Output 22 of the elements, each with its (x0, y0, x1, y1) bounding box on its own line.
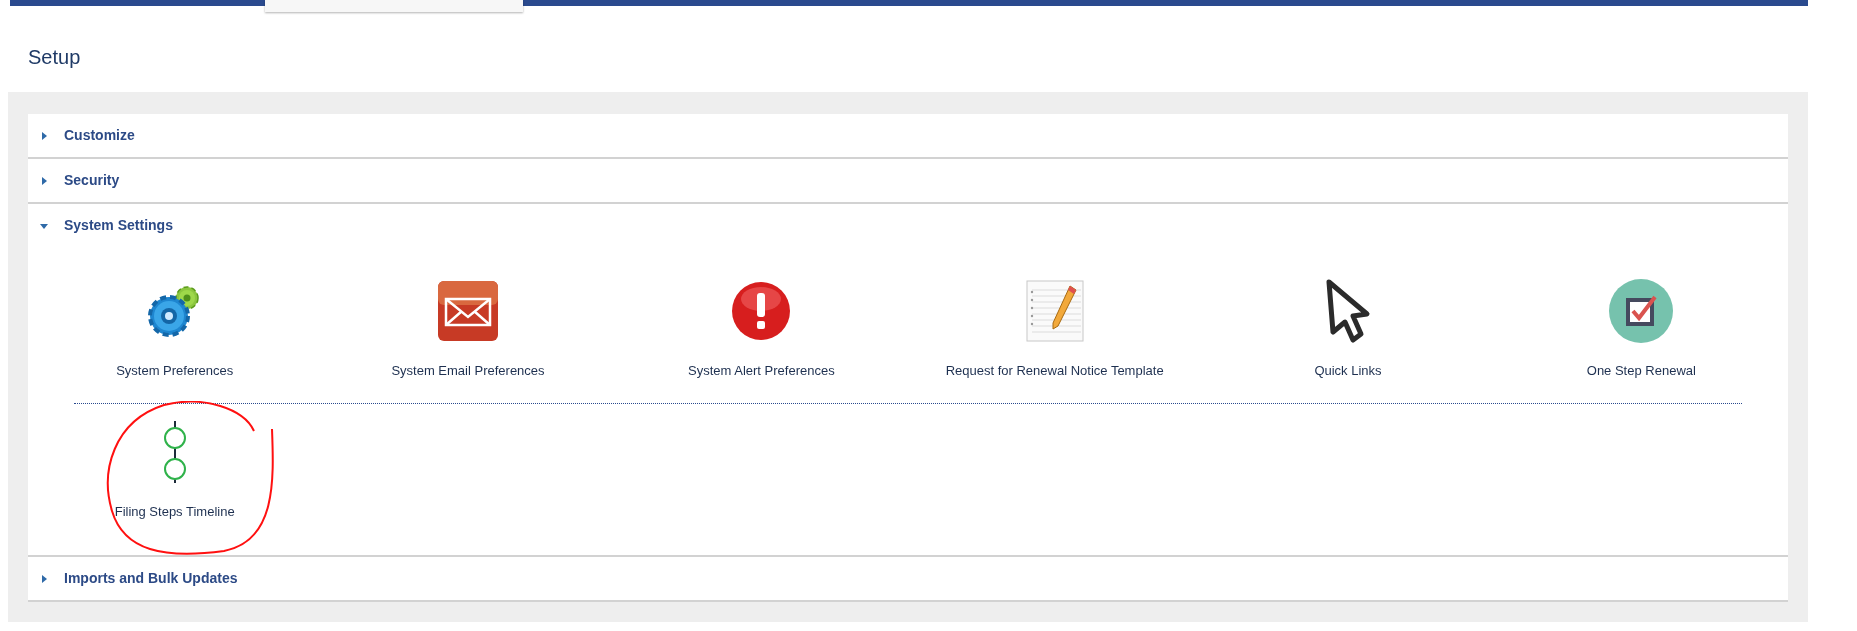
section-header[interactable]: Customize (28, 114, 1788, 157)
section-header[interactable]: System Settings (28, 204, 1788, 247)
settings-link[interactable]: System Email Preferences (321, 277, 615, 381)
notepad-pencil-icon (1025, 280, 1084, 342)
timeline-icon (161, 420, 188, 483)
settings-link[interactable]: Quick Links (1201, 277, 1495, 381)
section-header[interactable]: Security (28, 159, 1788, 202)
caret-icon (40, 176, 48, 185)
settings-link[interactable]: One Step Renewal (1494, 277, 1788, 381)
settings-link[interactable]: System Preferences (28, 277, 322, 381)
settings-link[interactable]: Filing Steps Timeline (28, 417, 322, 521)
cursor-icon (1325, 278, 1371, 344)
checkbox-circle-icon (1609, 279, 1674, 343)
page-title: Setup (28, 45, 81, 70)
section-header[interactable]: Imports and Bulk Updates (28, 557, 1788, 600)
caret-icon (40, 574, 48, 583)
alert-icon (731, 281, 792, 341)
caret-icon (40, 131, 48, 140)
envelope-icon (438, 281, 498, 341)
settings-link[interactable]: System Alert Preferences (614, 277, 908, 381)
caret-icon (40, 221, 48, 230)
settings-link[interactable]: Request for Renewal Notice Template (908, 277, 1202, 381)
